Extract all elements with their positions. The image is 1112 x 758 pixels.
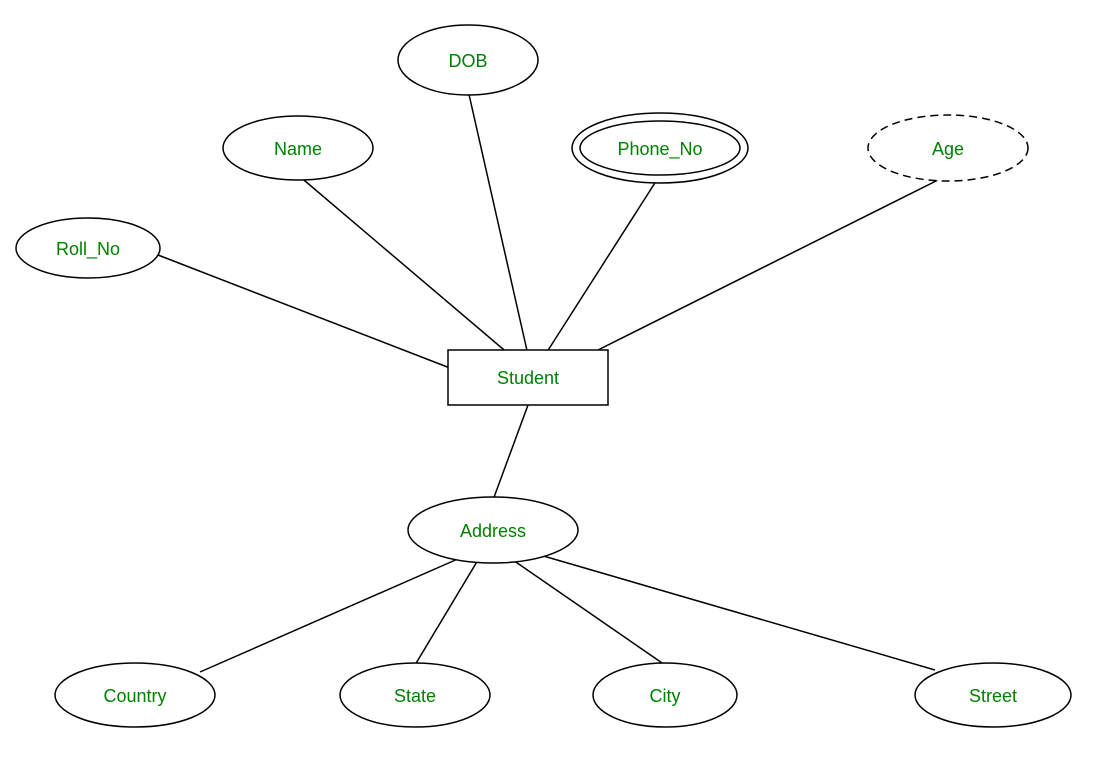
line-address-street <box>540 555 935 670</box>
line-student-dob <box>468 90 528 355</box>
street-label: Street <box>969 686 1017 706</box>
line-student-address <box>493 405 528 500</box>
state-label: State <box>394 686 436 706</box>
rollno-label: Roll_No <box>56 239 120 260</box>
phone-label: Phone_No <box>617 139 702 160</box>
age-label: Age <box>932 139 964 159</box>
city-label: City <box>650 686 681 706</box>
name-label: Name <box>274 139 322 159</box>
dob-label: DOB <box>448 51 487 71</box>
country-label: Country <box>103 686 166 706</box>
line-address-city <box>510 558 665 665</box>
address-label: Address <box>460 521 526 541</box>
line-student-name <box>298 175 510 355</box>
student-label: Student <box>497 368 559 388</box>
line-student-rollno <box>158 255 468 375</box>
line-address-state <box>415 560 478 665</box>
